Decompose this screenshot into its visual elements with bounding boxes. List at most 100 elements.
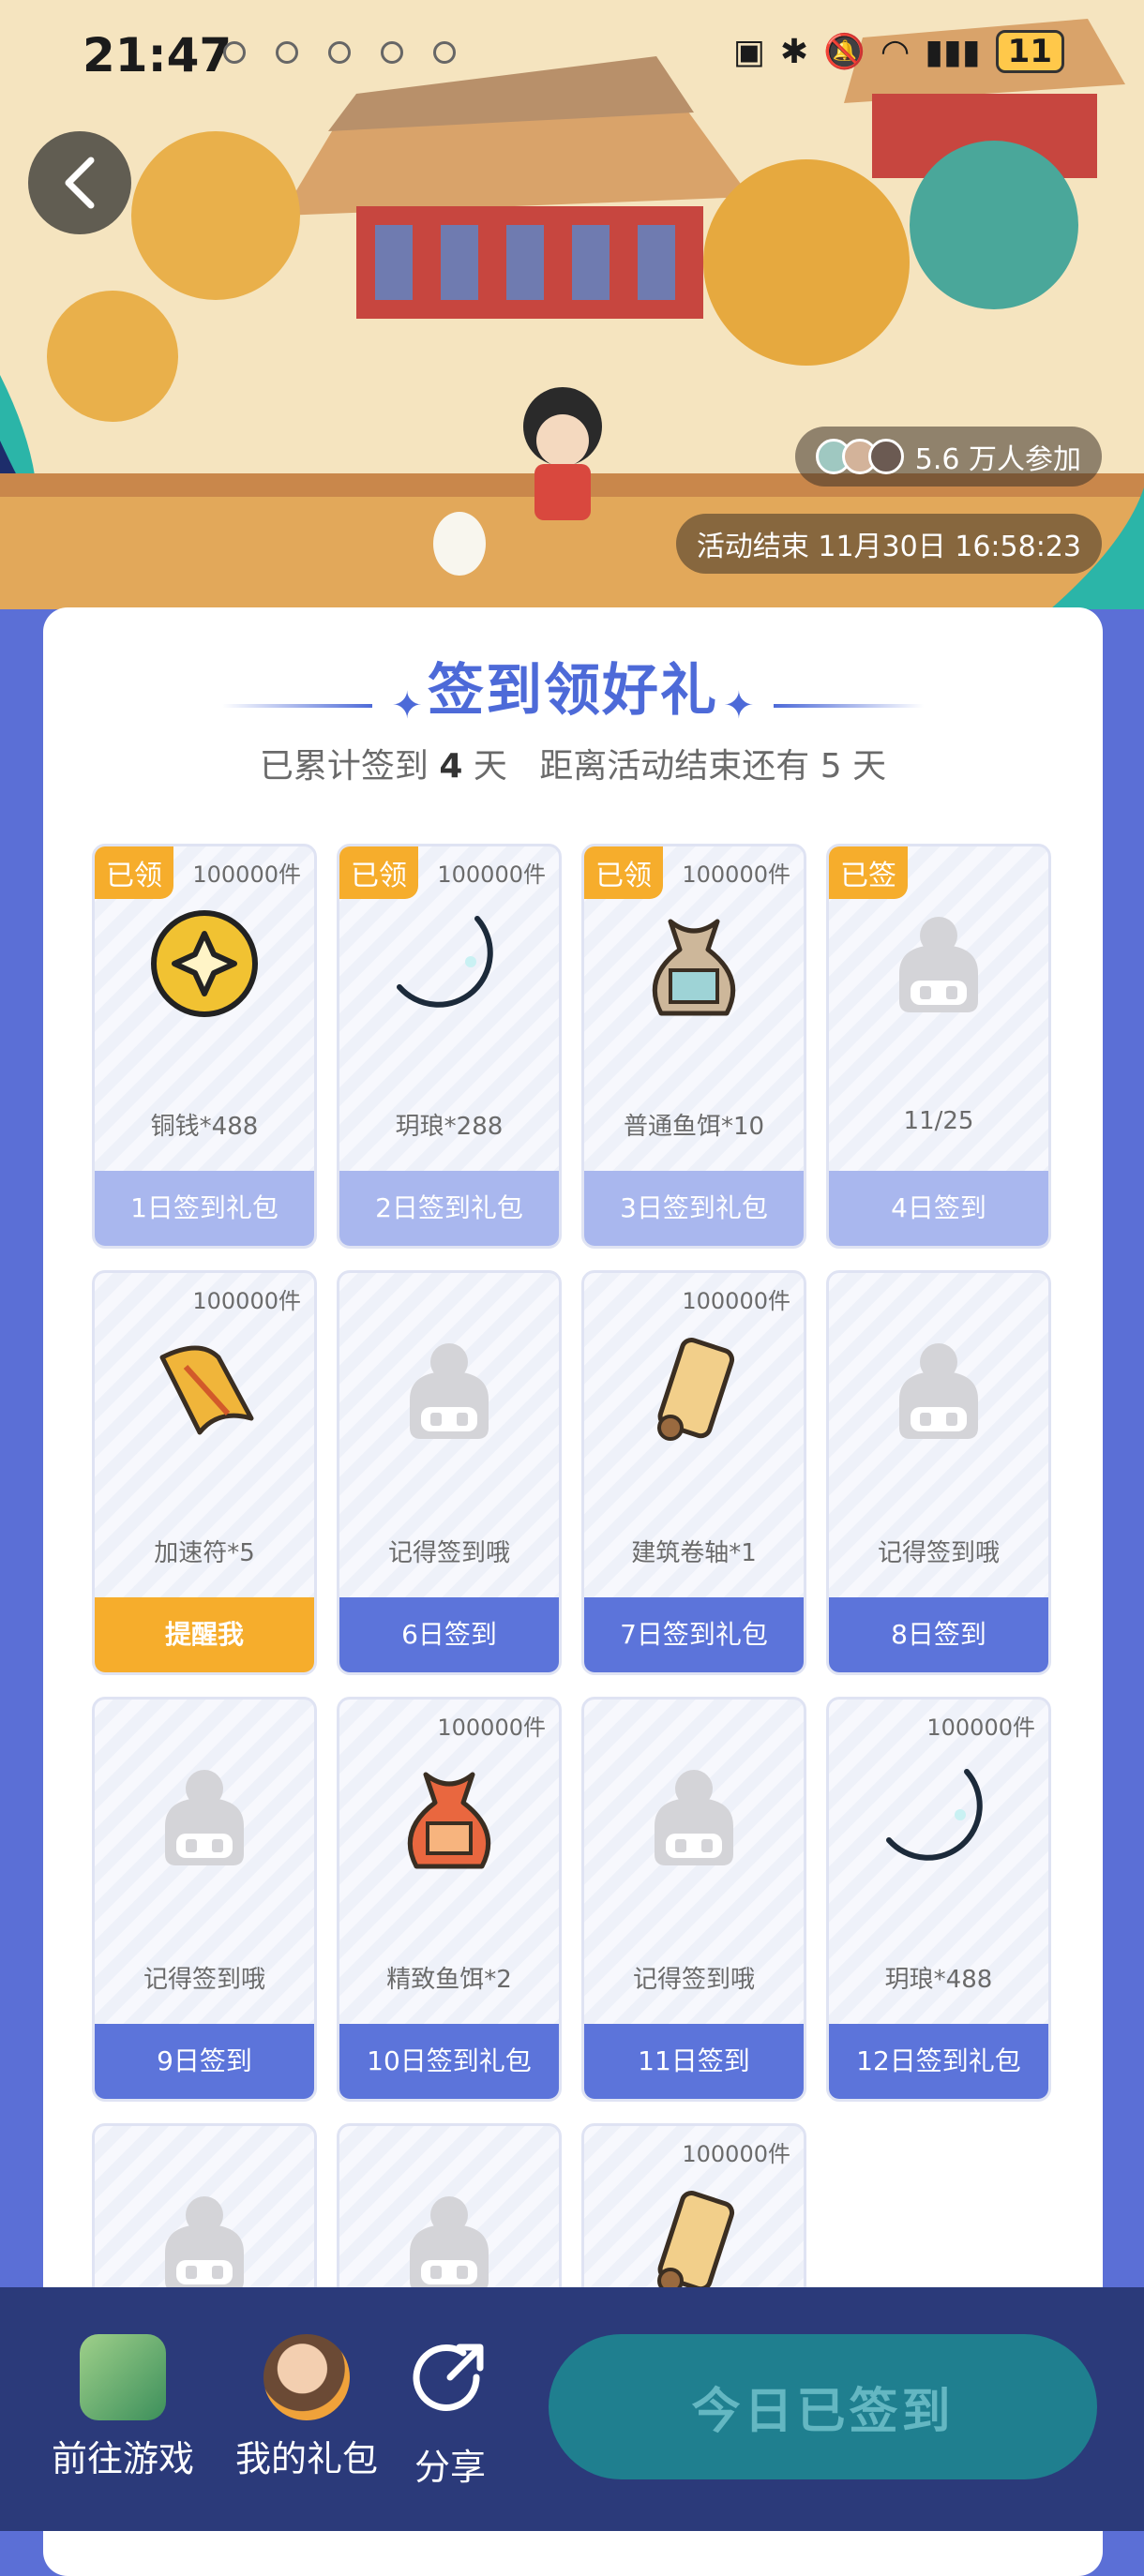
reward-label: 记得签到哦 bbox=[387, 1539, 510, 1567]
checkin-day-button[interactable]: 10日签到礼包 bbox=[339, 2024, 559, 2099]
progress-prefix: 已累计签到 bbox=[259, 747, 429, 786]
moon-jade-icon bbox=[878, 1756, 1000, 1878]
share-icon bbox=[413, 2344, 484, 2411]
checkin-day-button[interactable]: 12日签到礼包 bbox=[829, 2024, 1048, 2099]
chevron-left-icon bbox=[65, 157, 95, 209]
event-banner: 21:47 ▣ ✱ 🔕 ◠ ▮▮▮ 11 5.6 万人参加 活动结束 11月30… bbox=[0, 0, 1144, 609]
checkin-day-button[interactable]: 4日签到 bbox=[829, 1171, 1048, 1246]
claimed-tag: 已签 bbox=[829, 846, 908, 899]
reward-tile[interactable]: 记得签到哦 8日签到 bbox=[826, 1270, 1051, 1675]
reward-label: 加速符*5 bbox=[154, 1539, 255, 1567]
checkin-day-button[interactable]: 7日签到礼包 bbox=[584, 1597, 804, 1672]
scroll-icon bbox=[633, 2182, 755, 2304]
reward-tile[interactable]: 100000件 建筑卷轴*1 7日签到礼包 bbox=[581, 1270, 806, 1675]
participants-badge: 5.6 万人参加 bbox=[794, 427, 1102, 487]
reward-label: 普通鱼饵*10 bbox=[623, 1113, 765, 1141]
scroll-icon bbox=[633, 1329, 755, 1451]
reward-label: 精致鱼饵*2 bbox=[386, 1966, 512, 1994]
share-label: 分享 bbox=[414, 2447, 486, 2488]
back-button[interactable] bbox=[28, 131, 131, 234]
notification-icon bbox=[381, 41, 403, 64]
bluetooth-icon: ✱ bbox=[779, 32, 808, 71]
reward-quantity: 100000件 bbox=[682, 2141, 790, 2167]
reward-tile[interactable]: 记得签到哦 11日签到 bbox=[581, 1697, 806, 2102]
reward-label: 11/25 bbox=[903, 1107, 974, 1135]
battery-icon: 11 bbox=[995, 30, 1064, 73]
go-to-game-button[interactable]: 前往游戏 bbox=[43, 2334, 203, 2481]
reward-tile[interactable]: 100000件精致鱼饵*2 10日签到礼包 bbox=[337, 1697, 562, 2102]
remind-me-button[interactable]: 提醒我 bbox=[95, 1597, 314, 1672]
reward-tile[interactable]: 记得签到哦 9日签到 bbox=[92, 1697, 317, 2102]
reward-quantity: 100000件 bbox=[437, 861, 546, 888]
participant-avatars bbox=[815, 439, 904, 474]
reward-tile[interactable]: 100000件加速符*5 提醒我 bbox=[92, 1270, 317, 1675]
day-unit: 天 bbox=[852, 747, 887, 786]
share-button[interactable]: 分享 bbox=[403, 2334, 497, 2490]
checkin-day-button[interactable]: 6日签到 bbox=[339, 1597, 559, 1672]
reward-tile[interactable]: 100000件 玥琅*488 12日签到礼包 bbox=[826, 1697, 1051, 2102]
checkin-day-button[interactable]: 11日签到 bbox=[584, 2024, 804, 2099]
my-gifts-label: 我的礼包 bbox=[234, 2438, 378, 2479]
bait-bag-icon bbox=[633, 903, 755, 1025]
signed-today-button[interactable]: 今日已签到 bbox=[549, 2334, 1097, 2479]
reward-quantity: 100000件 bbox=[192, 1288, 301, 1314]
wifi-icon: ◠ bbox=[880, 32, 911, 71]
remaining-days-count: 5 bbox=[820, 747, 842, 786]
my-gifts-button[interactable]: 我的礼包 bbox=[227, 2334, 386, 2481]
checkin-title-row: ✦ 签到领好礼 ✦ bbox=[43, 645, 1103, 727]
mute-icon: 🔕 bbox=[822, 33, 866, 71]
reward-quantity: 100000件 bbox=[437, 1715, 546, 1741]
checkin-day-button[interactable]: 2日签到礼包 bbox=[339, 1171, 559, 1246]
reward-label: 铜钱*488 bbox=[150, 1113, 259, 1141]
reward-quantity: 100000件 bbox=[926, 1715, 1035, 1741]
moon-jade-icon bbox=[388, 903, 510, 1025]
placeholder-character-icon bbox=[878, 1329, 1000, 1451]
game-app-icon bbox=[80, 2334, 166, 2420]
notification-icon bbox=[223, 41, 246, 64]
talisman-icon bbox=[143, 1329, 265, 1451]
reward-tile[interactable]: 已签 11/25 4日签到 bbox=[826, 844, 1051, 1249]
notification-icon bbox=[328, 41, 351, 64]
reward-tile[interactable]: 已领 100000件玥琅*288 2日签到礼包 bbox=[337, 844, 562, 1249]
remaining-prefix: 距离活动结束还有 bbox=[539, 747, 810, 786]
reward-label: 记得签到哦 bbox=[632, 1966, 755, 1994]
reward-quantity: 100000件 bbox=[682, 861, 790, 888]
placeholder-character-icon bbox=[388, 1329, 510, 1451]
reward-label: 建筑卷轴*1 bbox=[631, 1539, 757, 1567]
go-to-game-label: 前往游戏 bbox=[51, 2438, 194, 2479]
placeholder-character-icon bbox=[143, 1756, 265, 1878]
claimed-tag: 已领 bbox=[95, 846, 173, 899]
checkin-title: 签到领好礼 bbox=[428, 658, 718, 724]
checkin-day-button[interactable]: 8日签到 bbox=[829, 1597, 1048, 1672]
day-unit: 天 bbox=[473, 747, 507, 786]
placeholder-character-icon bbox=[388, 2182, 510, 2304]
reward-tile[interactable]: 已领 100000件 铜钱*488 1日签到礼包 bbox=[92, 844, 317, 1249]
sparkle-icon: ✦ bbox=[391, 683, 423, 727]
nfc-icon: ▣ bbox=[732, 32, 765, 71]
fine-bait-bag-icon bbox=[388, 1756, 510, 1878]
reward-label: 玥琅*288 bbox=[395, 1113, 504, 1141]
claimed-tag: 已领 bbox=[339, 846, 418, 899]
event-end-time: 活动结束 11月30日 16:58:23 bbox=[675, 514, 1102, 574]
title-decoration-left bbox=[222, 703, 373, 708]
checkin-day-button[interactable]: 3日签到礼包 bbox=[584, 1171, 804, 1246]
gift-avatar-icon bbox=[263, 2334, 350, 2420]
avatar bbox=[867, 439, 904, 474]
reward-label: 记得签到哦 bbox=[143, 1966, 265, 1994]
sparkle-icon: ✦ bbox=[723, 683, 755, 727]
coin-icon bbox=[143, 903, 265, 1025]
checkin-day-button[interactable]: 9日签到 bbox=[95, 2024, 314, 2099]
bottom-action-bar: 前往游戏 我的礼包 分享 今日已签到 bbox=[0, 2287, 1144, 2531]
signal-icon: ▮▮▮ bbox=[925, 32, 981, 71]
status-time: 21:47 bbox=[83, 28, 233, 82]
reward-tile[interactable]: 已领 100000件 普通鱼饵*10 3日签到礼包 bbox=[581, 844, 806, 1249]
reward-label: 记得签到哦 bbox=[877, 1539, 1000, 1567]
notification-icon bbox=[276, 41, 298, 64]
signed-days-count: 4 bbox=[439, 747, 463, 786]
placeholder-character-icon bbox=[878, 903, 1000, 1025]
status-bar: 21:47 ▣ ✱ 🔕 ◠ ▮▮▮ 11 bbox=[0, 0, 1144, 112]
placeholder-character-icon bbox=[143, 2182, 265, 2304]
reward-tile[interactable]: 记得签到哦 6日签到 bbox=[337, 1270, 562, 1675]
checkin-day-button[interactable]: 1日签到礼包 bbox=[95, 1171, 314, 1246]
participants-count: 5.6 万人参加 bbox=[914, 443, 1081, 476]
